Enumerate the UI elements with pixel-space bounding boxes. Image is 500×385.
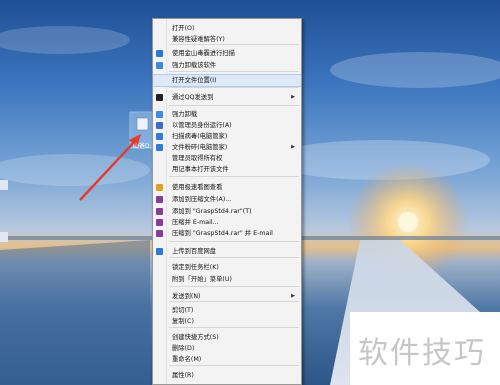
menu-item[interactable]: 扫描病毒(电脑管家) bbox=[153, 131, 301, 142]
menu-item-label: 上传到百度网盘 bbox=[172, 248, 217, 255]
menu-item-label: 添加到 "GraspStd4.rar"(T) bbox=[172, 208, 252, 215]
baidu-cloud-icon bbox=[156, 248, 163, 255]
menu-item-label: 以管理员身份运行(A) bbox=[172, 122, 232, 129]
sun-core bbox=[398, 212, 418, 232]
menu-item[interactable]: 重命名(M) bbox=[153, 354, 301, 365]
menu-separator bbox=[169, 241, 299, 242]
menu-item-label: 文件粉碎(电脑管家) bbox=[172, 144, 228, 151]
qq-penguin-icon bbox=[156, 94, 163, 101]
menu-item[interactable]: 上传到百度网盘 bbox=[153, 246, 301, 257]
menu-item[interactable]: 使用金山毒霸进行扫描 bbox=[153, 48, 301, 59]
program-icon[interactable] bbox=[136, 117, 149, 131]
watermark: 软件技巧 bbox=[350, 312, 500, 385]
menu-separator bbox=[169, 87, 299, 88]
water-left bbox=[0, 240, 150, 385]
winrar-icon bbox=[156, 219, 163, 226]
menu-item-label: 管理员取得所有权 bbox=[172, 155, 223, 162]
cloud bbox=[330, 52, 500, 88]
image-viewer-icon bbox=[156, 184, 163, 191]
winrar-icon bbox=[156, 230, 163, 237]
desktop-icon-partial[interactable] bbox=[0, 180, 8, 190]
menu-item[interactable]: 通过QQ发送到 ▶ bbox=[153, 92, 301, 103]
menu-item-label: 附到「开始」菜单(U) bbox=[172, 276, 232, 283]
menu-separator bbox=[169, 176, 299, 177]
menu-item[interactable]: 添加到 "GraspStd4.rar"(T) bbox=[153, 206, 301, 217]
menu-item-label: 创建快捷方式(S) bbox=[172, 334, 219, 341]
watermark-text: 软件技巧 bbox=[358, 336, 486, 371]
menu-item[interactable]: 锁定到任务栏(K) bbox=[153, 262, 301, 273]
menu-separator bbox=[169, 44, 299, 45]
menu-item-label: 打开(O) bbox=[172, 25, 195, 32]
menu-item-label: 使用金山毒霸进行扫描 bbox=[172, 50, 235, 57]
menu-item[interactable]: 剪切(T) bbox=[153, 305, 301, 316]
menu-item-label: 通过QQ发送到 bbox=[172, 94, 214, 101]
menu-item[interactable]: 使用极速看图查看 bbox=[153, 182, 301, 193]
uac-shield-icon bbox=[156, 122, 163, 129]
uninstall-icon bbox=[156, 111, 163, 118]
submenu-arrow-icon: ▶ bbox=[291, 94, 295, 100]
menu-item[interactable]: 打开(O) bbox=[153, 23, 301, 34]
menu-item[interactable]: 强力卸载该软件 bbox=[153, 60, 301, 71]
cloud bbox=[0, 154, 150, 186]
menu-item-label: 强力卸载该软件 bbox=[172, 62, 217, 69]
menu-separator bbox=[169, 257, 299, 258]
menu-item-label: 复制(C) bbox=[172, 318, 194, 325]
jinshan-shield-icon bbox=[156, 50, 163, 57]
menu-separator bbox=[169, 365, 299, 366]
menu-item-label: 用记事本打开该文件 bbox=[172, 166, 229, 173]
cloud bbox=[0, 26, 130, 54]
menu-item-label: 压缩并 E-mail... bbox=[172, 219, 219, 226]
menu-item[interactable]: 以管理员身份运行(A) bbox=[153, 120, 301, 131]
winrar-icon bbox=[156, 208, 163, 215]
menu-item-label: 强力卸载 bbox=[172, 111, 198, 118]
menu-item[interactable]: 添加到压缩文件(A)... bbox=[153, 194, 301, 205]
menu-item[interactable]: 删除(D) bbox=[153, 343, 301, 354]
menu-separator bbox=[169, 327, 299, 328]
menu-item[interactable]: 属性(R) bbox=[153, 370, 301, 381]
menu-separator bbox=[169, 105, 299, 106]
menu-separator bbox=[169, 301, 299, 302]
menu-item-label: 扫描病毒(电脑管家) bbox=[172, 133, 228, 140]
menu-item-label: 打开文件位置(I) bbox=[172, 77, 217, 84]
menu-item-label: 压缩到 "GraspStd4.rar" 并 E-mail bbox=[172, 230, 273, 237]
menu-item[interactable]: 管理员取得所有权 bbox=[153, 153, 301, 164]
menu-item[interactable]: 复制(C) bbox=[153, 316, 301, 327]
pc-manager-icon bbox=[156, 133, 163, 140]
menu-item[interactable]: 压缩到 "GraspStd4.rar" 并 E-mail bbox=[153, 228, 301, 239]
context-menu: 打开(O) 兼容性疑难解答(Y) 使用金山毒霸进行扫描 强力卸载该软件 打开文件位置(I… bbox=[152, 18, 302, 385]
menu-item[interactable]: 文件粉碎(电脑管家) ▶ bbox=[153, 142, 301, 153]
menu-item[interactable]: 打开文件位置(I) bbox=[153, 74, 301, 87]
desktop-icon-partial[interactable] bbox=[0, 232, 8, 242]
menu-item-label: 重命名(M) bbox=[172, 356, 202, 363]
menu-separator bbox=[169, 286, 299, 287]
submenu-arrow-icon: ▶ bbox=[291, 144, 295, 150]
menu-item-label: 剪切(T) bbox=[172, 307, 194, 314]
menu-item[interactable]: 强力卸载 bbox=[153, 109, 301, 120]
menu-item[interactable]: 压缩并 E-mail... bbox=[153, 217, 301, 228]
menu-item[interactable]: 创建快捷方式(S) bbox=[153, 332, 301, 343]
menu-item[interactable]: 附到「开始」菜单(U) bbox=[153, 274, 301, 285]
menu-item-label: 使用极速看图查看 bbox=[172, 184, 223, 191]
pc-manager-icon bbox=[156, 144, 163, 151]
uninstall-icon bbox=[156, 62, 163, 69]
menu-item[interactable]: 用记事本打开该文件 bbox=[153, 164, 301, 175]
menu-item-label: 锁定到任务栏(K) bbox=[172, 264, 219, 271]
menu-separator bbox=[169, 71, 299, 72]
menu-item-label: 添加到压缩文件(A)... bbox=[172, 196, 232, 203]
menu-item-label: 删除(D) bbox=[172, 345, 195, 352]
winrar-icon bbox=[156, 196, 163, 203]
menu-item-label: 属性(R) bbox=[172, 372, 194, 379]
